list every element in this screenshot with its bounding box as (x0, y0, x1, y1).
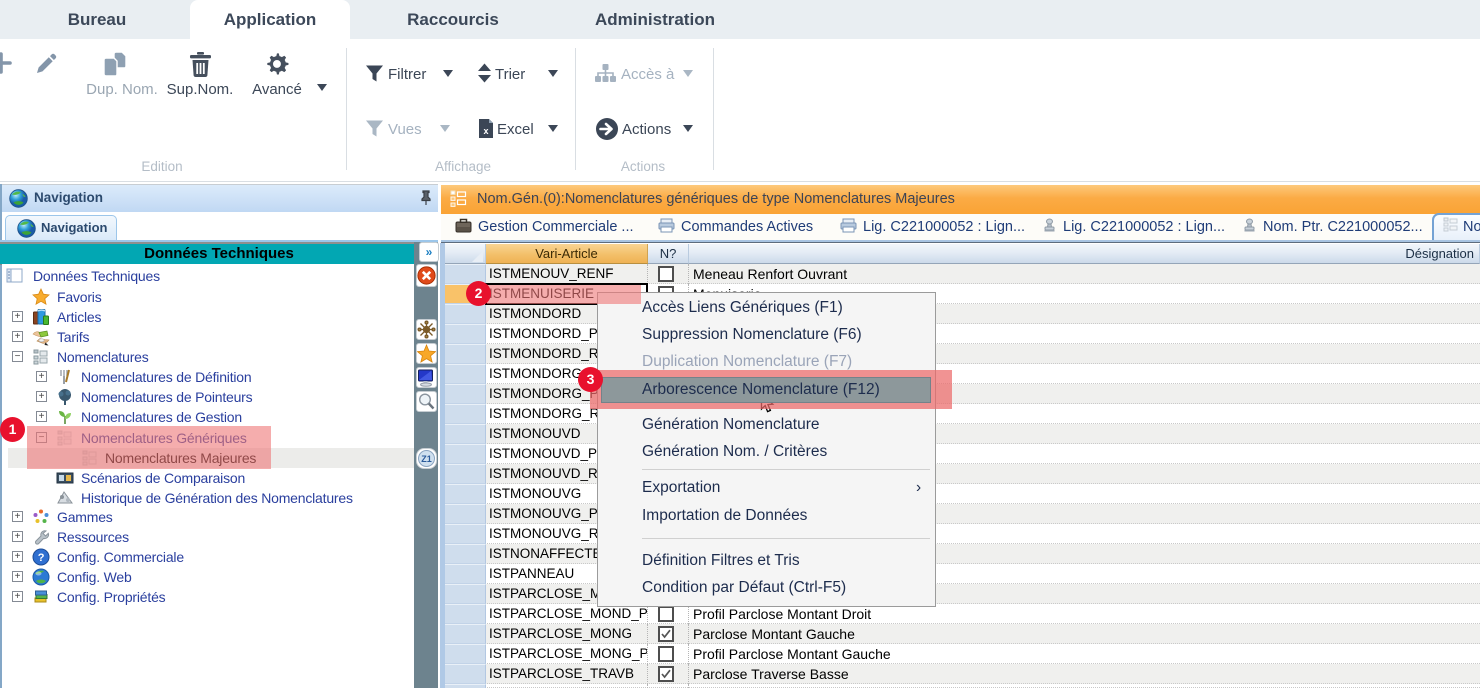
svg-text:x: x (483, 126, 488, 136)
svg-text:Z1: Z1 (421, 454, 432, 464)
svg-text:?: ? (38, 552, 45, 564)
